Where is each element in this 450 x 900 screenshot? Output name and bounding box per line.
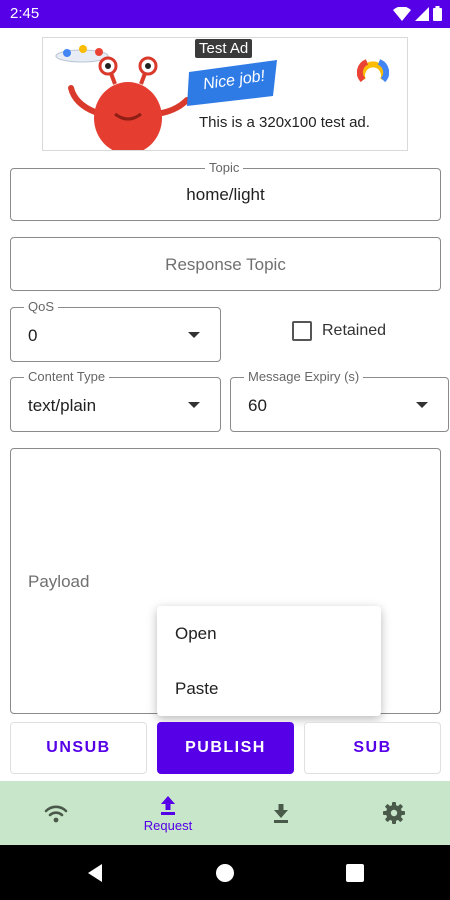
message-expiry-label: Message Expiry (s) (244, 369, 364, 385)
content-type-dropdown-arrow-icon[interactable] (188, 402, 200, 408)
sub-button[interactable]: SUB (304, 722, 441, 774)
message-expiry-dropdown-arrow-icon[interactable] (416, 402, 428, 408)
cell-signal-icon (415, 6, 429, 21)
qos-value: 0 (28, 326, 38, 345)
retained-label: Retained (322, 322, 387, 339)
recents-icon[interactable] (346, 864, 364, 882)
retained-checkbox-box[interactable] (292, 321, 312, 341)
ad-text: This is a 320x100 test ad. (199, 114, 370, 131)
retained-checkbox[interactable]: Retained (292, 321, 386, 341)
upload-icon (161, 795, 175, 815)
qos-select[interactable]: QoS 0 (10, 299, 221, 362)
topic-input[interactable]: home/light (11, 185, 440, 205)
nav-item-settings[interactable] (338, 781, 450, 845)
nav-item-connection[interactable] (0, 781, 112, 845)
download-icon (274, 804, 288, 823)
nav-item-request[interactable]: Request (112, 781, 224, 845)
message-expiry-value: 60 (248, 396, 267, 415)
bottom-navigation: Request (0, 781, 450, 845)
qos-label: QoS (24, 299, 59, 315)
content-type-label: Content Type (24, 369, 110, 385)
system-navigation-bar (0, 845, 450, 900)
status-bar: 2:45 (0, 0, 450, 28)
publish-button[interactable]: PUBLISH (157, 722, 294, 774)
payload-input[interactable]: Payload (28, 572, 89, 592)
menu-item-open[interactable]: Open (175, 624, 217, 644)
topic-field[interactable]: Topic home/light (10, 160, 441, 221)
topic-label: Topic (205, 160, 244, 176)
nav-item-subscribe[interactable] (225, 781, 337, 845)
ad-brand-banner: Nice job! (185, 56, 281, 113)
wifi-signal-icon (393, 6, 411, 21)
battery-icon (433, 6, 442, 21)
content-type-value: text/plain (28, 396, 97, 415)
back-icon[interactable] (86, 863, 104, 883)
response-topic-input[interactable]: Response Topic (11, 255, 440, 275)
response-topic-field[interactable]: Response Topic (10, 237, 441, 291)
ad-logo-icon (357, 59, 389, 83)
status-icons (393, 6, 442, 21)
nav-label-request: Request (143, 817, 193, 833)
gear-icon (383, 802, 405, 824)
status-time: 2:45 (10, 5, 40, 22)
message-expiry-select[interactable]: Message Expiry (s) 60 (230, 369, 449, 432)
context-menu: Open Paste (157, 606, 381, 716)
qos-dropdown-arrow-icon[interactable] (188, 332, 200, 338)
menu-item-paste[interactable]: Paste (175, 679, 218, 699)
content-type-select[interactable]: Content Type text/plain (10, 369, 221, 432)
ad-mascot-image (55, 45, 190, 150)
wifi-icon (44, 805, 68, 823)
home-icon[interactable] (215, 863, 235, 883)
unsub-button[interactable]: UNSUB (10, 722, 147, 774)
ad-banner[interactable]: Test Ad Nice job! This is a 320x100 test… (42, 37, 408, 151)
